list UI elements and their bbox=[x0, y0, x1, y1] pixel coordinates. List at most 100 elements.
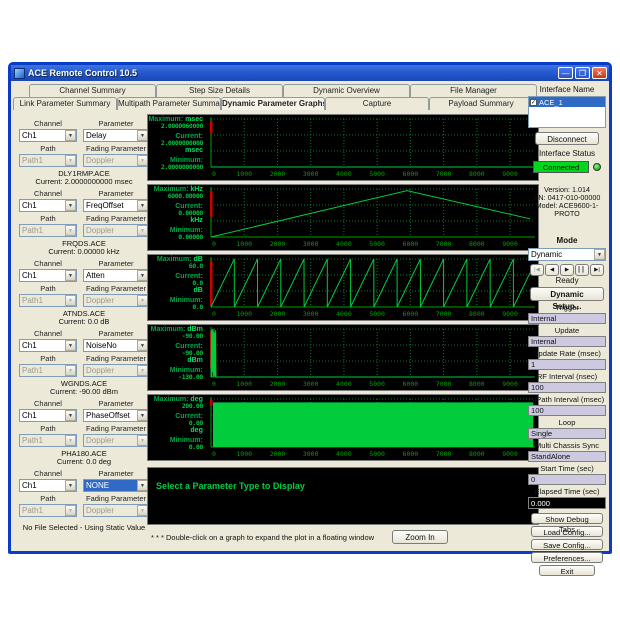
tab-dynamic-parameter-graphs[interactable]: Dynamic Parameter Graphs bbox=[221, 97, 325, 110]
dynamic-setup-button[interactable]: Dynamic Setup... bbox=[530, 287, 604, 301]
interface-list-item[interactable]: ✓ ACE_1 bbox=[529, 97, 605, 107]
chevron-down-icon[interactable]: ▼ bbox=[65, 130, 76, 141]
plot-canvas[interactable]: 0100020003000400050006000700080009000 bbox=[205, 115, 538, 180]
graph-phaseoffset[interactable]: Maximum:deg 200.00 Current: 0.00 deg Min… bbox=[147, 394, 539, 461]
checkbox-checked-icon[interactable]: ✓ bbox=[530, 99, 537, 106]
channel-select[interactable]: Ch1▼ bbox=[19, 199, 77, 212]
min-value: 0.00000 bbox=[149, 234, 203, 241]
svg-text:4000: 4000 bbox=[336, 170, 352, 178]
tab-multipath-parameter-summary[interactable]: Multipath Parameter Summary bbox=[117, 97, 221, 110]
show-debug-tabs-button[interactable]: Show Debug Tabs bbox=[531, 513, 603, 524]
parameter-select[interactable]: NONE▼ bbox=[83, 479, 149, 492]
tab-payload-summary[interactable]: Payload Summary bbox=[429, 97, 533, 110]
parameter-select[interactable]: Atten▼ bbox=[83, 269, 149, 282]
channel-select[interactable]: Ch1▼ bbox=[19, 269, 77, 282]
loop-field[interactable]: Single bbox=[528, 428, 606, 439]
graph-freqoffset[interactable]: Maximum:kHz 6000.00000 Current: 0.00000 … bbox=[147, 184, 539, 251]
svg-text:0: 0 bbox=[212, 380, 216, 388]
svg-text:1000: 1000 bbox=[236, 310, 252, 318]
chevron-down-icon[interactable]: ▼ bbox=[65, 480, 76, 491]
tab-capture[interactable]: Capture bbox=[325, 97, 429, 110]
rf-interval-field[interactable]: 100 bbox=[528, 382, 606, 393]
max-value: 200.00 bbox=[149, 403, 203, 410]
update-rate-field[interactable]: 1 bbox=[528, 359, 606, 370]
svg-text:5000: 5000 bbox=[369, 310, 385, 318]
chevron-down-icon: ▼ bbox=[65, 155, 76, 166]
plot-canvas[interactable]: 0100020003000400050006000700080009000 bbox=[205, 325, 538, 390]
parameter-select[interactable]: FreqOffset▼ bbox=[83, 199, 149, 212]
channel-select[interactable]: Ch1▼ bbox=[19, 129, 77, 142]
right-panel: Interface Name ✓ ACE_1 Disconnect Interf… bbox=[528, 83, 606, 547]
title-bar[interactable]: ACE Remote Control 10.5 — ❐ ✕ bbox=[11, 65, 609, 81]
svg-text:3000: 3000 bbox=[303, 240, 319, 248]
channel-select[interactable]: Ch1▼ bbox=[19, 339, 77, 352]
chevron-down-icon[interactable]: ▼ bbox=[594, 249, 605, 260]
channel-select[interactable]: Ch1▼ bbox=[19, 409, 77, 422]
interface-listbox[interactable]: ✓ ACE_1 bbox=[528, 96, 606, 128]
tab-step-size-details[interactable]: Step Size Details bbox=[156, 84, 283, 97]
update-field[interactable]: Internal bbox=[528, 336, 606, 347]
chevron-down-icon: ▼ bbox=[65, 505, 76, 516]
disconnect-button[interactable]: Disconnect bbox=[535, 132, 599, 145]
skip-to-end-button[interactable]: ▶| bbox=[590, 264, 604, 276]
svg-text:6000: 6000 bbox=[402, 310, 418, 318]
max-value: 60.0 bbox=[149, 263, 203, 270]
current-value: Current: 0.0 deg bbox=[19, 458, 149, 466]
close-button[interactable]: ✕ bbox=[592, 67, 607, 79]
tab-dynamic-overview[interactable]: Dynamic Overview bbox=[283, 84, 410, 97]
chevron-down-icon[interactable]: ▼ bbox=[65, 410, 76, 421]
step-back-button[interactable]: ◀ bbox=[545, 264, 559, 276]
parameter-select[interactable]: PhaseOffset▼ bbox=[83, 409, 149, 422]
parameter-select[interactable]: Delay▼ bbox=[83, 129, 149, 142]
loop-label: Loop bbox=[528, 419, 606, 427]
chevron-down-icon[interactable]: ▼ bbox=[65, 270, 76, 281]
graph-delay[interactable]: Maximum:msec 2.0000060000 Current: 2.000… bbox=[147, 114, 539, 181]
elapsed-time-label: Elapsed Time (sec) bbox=[528, 488, 606, 496]
svg-text:2000: 2000 bbox=[270, 170, 286, 178]
exit-button[interactable]: Exit bbox=[539, 565, 595, 576]
trigger-field[interactable]: Internal bbox=[528, 313, 606, 324]
play-button[interactable]: ▶ bbox=[560, 264, 574, 276]
mode-label: Mode bbox=[528, 237, 606, 245]
maximize-button[interactable]: ❐ bbox=[575, 67, 590, 79]
skip-to-start-button[interactable]: |◀ bbox=[530, 264, 544, 276]
plot-canvas[interactable]: 0100020003000400050006000700080009000 bbox=[205, 255, 538, 320]
svg-text:2000: 2000 bbox=[269, 240, 285, 248]
no-file-text: No File Selected - Using Static Value bbox=[19, 523, 149, 532]
mpath-interval-field[interactable]: 100 bbox=[528, 405, 606, 416]
transport-controls: |◀ ◀ ▶ ▌▌ ▶| bbox=[528, 264, 606, 276]
parameter-column: ChannelParameter Ch1▼ Delay▼ PathFading … bbox=[19, 110, 149, 549]
load-config-button[interactable]: Load Config... bbox=[531, 526, 603, 537]
svg-text:9000: 9000 bbox=[502, 450, 518, 458]
tab-file-manager[interactable]: File Manager bbox=[410, 84, 537, 97]
footer-bar: * * * Double-click on a graph to expand … bbox=[147, 530, 539, 544]
start-time-field[interactable]: 0 bbox=[528, 474, 606, 485]
svg-text:7000: 7000 bbox=[436, 380, 452, 388]
multi-chassis-sync-label: Multi Chassis Sync bbox=[528, 442, 606, 450]
svg-text:6000: 6000 bbox=[402, 240, 418, 248]
update-label: Update bbox=[528, 327, 606, 335]
tab-channel-summary[interactable]: Channel Summary bbox=[29, 84, 156, 97]
multi-chassis-sync-field[interactable]: StandAlone bbox=[528, 451, 606, 462]
plot-canvas[interactable]: 0100020003000400050006000700080009000 bbox=[205, 185, 538, 250]
preferences-button[interactable]: Preferences... bbox=[531, 552, 603, 563]
chevron-down-icon[interactable]: ▼ bbox=[65, 340, 76, 351]
chevron-down-icon[interactable]: ▼ bbox=[65, 200, 76, 211]
channel-select[interactable]: Ch1▼ bbox=[19, 479, 77, 492]
svg-text:2000: 2000 bbox=[269, 310, 285, 318]
plot-canvas[interactable]: 0100020003000400050006000700080009000 bbox=[205, 395, 538, 460]
graph-noise[interactable]: Maximum:dBm -90.00 Current: -90.00 dBm M… bbox=[147, 324, 539, 391]
mode-select[interactable]: Dynamic ▼ bbox=[528, 248, 606, 261]
pause-button[interactable]: ▌▌ bbox=[575, 264, 589, 276]
minimize-button[interactable]: — bbox=[558, 67, 573, 79]
svg-text:1000: 1000 bbox=[236, 450, 252, 458]
parameter-select[interactable]: NoiseNo▼ bbox=[83, 339, 149, 352]
graph-atten[interactable]: Maximum:dB 60.0 Current: 0.0 dB Minimum:… bbox=[147, 254, 539, 321]
zoom-in-button[interactable]: Zoom In bbox=[392, 530, 448, 544]
svg-text:5000: 5000 bbox=[369, 450, 385, 458]
tab-link-parameter-summary[interactable]: Link Parameter Summary bbox=[13, 97, 117, 110]
current-value: 0.00000 bbox=[149, 210, 203, 217]
svg-text:5000: 5000 bbox=[369, 380, 385, 388]
save-config-button[interactable]: Save Config... bbox=[531, 539, 603, 550]
svg-text:6000: 6000 bbox=[402, 380, 418, 388]
